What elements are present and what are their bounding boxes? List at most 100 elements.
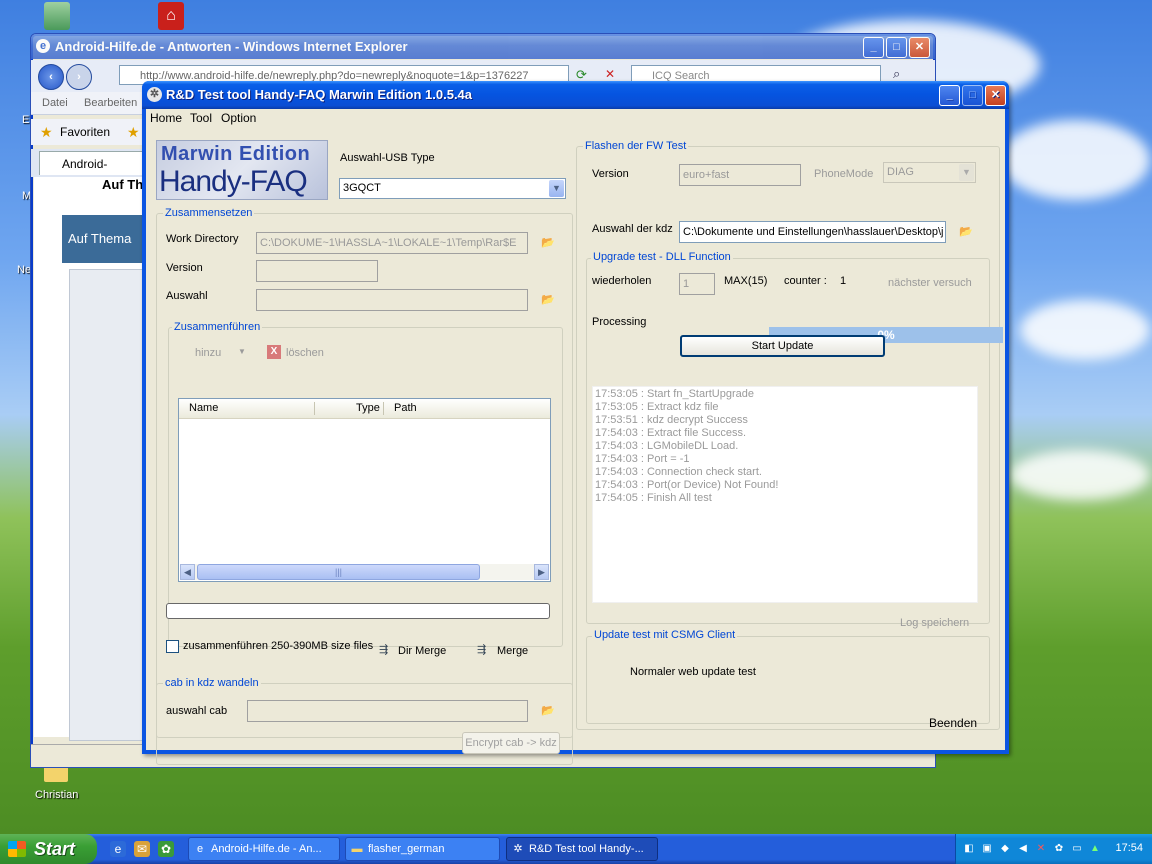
- app-minimize-button[interactable]: _: [939, 85, 960, 106]
- app-close-button[interactable]: ✕: [985, 85, 1006, 106]
- kdz-folder-icon[interactable]: 📂: [958, 225, 974, 239]
- merge-file-list[interactable]: Name Type Path ◀ ||| ▶: [178, 398, 551, 582]
- app-maximize-button[interactable]: □: [962, 85, 983, 106]
- column-separator[interactable]: [383, 402, 384, 415]
- work-directory-folder-icon[interactable]: 📂: [540, 236, 556, 250]
- desktop-icon-recycle[interactable]: [44, 2, 70, 30]
- menu-option[interactable]: Option: [221, 111, 256, 125]
- ie-tab-android-hilfe[interactable]: Android-Hilfe.de: [39, 151, 149, 195]
- tray-nvidia-icon[interactable]: ▲: [1088, 842, 1102, 856]
- ie-page-content: Auf Th Auf Thema: [34, 177, 146, 741]
- back-button[interactable]: ‹: [38, 64, 64, 90]
- flash-version-field[interactable]: euro+fast: [679, 164, 801, 186]
- tray-language-icon[interactable]: ◧: [962, 842, 976, 856]
- menu-home[interactable]: Home: [150, 111, 182, 125]
- scroll-left-icon[interactable]: ◀: [180, 564, 195, 580]
- log-speichern-button[interactable]: Log speichern: [900, 617, 969, 629]
- column-type[interactable]: Type: [356, 402, 380, 414]
- menu-tool[interactable]: Tool: [190, 111, 212, 125]
- ie-close-button[interactable]: ✕: [909, 37, 930, 58]
- merge-icon[interactable]: ⇶: [477, 643, 486, 656]
- task-flasher[interactable]: ▬ flasher_german: [345, 837, 500, 861]
- quicklaunch-mail-icon[interactable]: ✉: [134, 841, 150, 857]
- kdz-label: Auswahl der kdz: [592, 223, 673, 235]
- system-tray: ◧ ▣ ◆ ◀ ✕ ✿ ▭ ▲ 17:54: [955, 834, 1152, 864]
- add-favorite-icon[interactable]: ★: [127, 124, 140, 141]
- folder-icon: ▬: [351, 843, 363, 855]
- merge-size-checkbox[interactable]: [166, 640, 179, 653]
- ie-icon: e: [36, 39, 50, 53]
- kdz-path-field[interactable]: C:\Dokumente und Einstellungen\hasslauer…: [679, 221, 946, 243]
- ie-menu-datei[interactable]: Datei: [42, 97, 68, 109]
- delete-x-icon[interactable]: X: [267, 345, 281, 359]
- column-path[interactable]: Path: [394, 402, 417, 414]
- phonemode-select[interactable]: DIAG ▼: [883, 162, 976, 183]
- hinzu-dropdown-icon[interactable]: ▼: [238, 347, 246, 356]
- windows-flag-icon: [8, 841, 26, 857]
- task-rd-tool[interactable]: ✲ R&D Test tool Handy-...: [506, 837, 658, 861]
- ie-title: Android-Hilfe.de - Antworten - Windows I…: [55, 39, 408, 54]
- chevron-down-icon[interactable]: ▼: [959, 164, 974, 181]
- work-directory-field[interactable]: C:\DOKUME~1\HASSLA~1\LOKALE~1\Temp\Rar$E: [256, 232, 528, 254]
- auswahl-folder-icon[interactable]: 📂: [540, 293, 556, 307]
- app-title-bar[interactable]: ✲ R&D Test tool Handy-FAQ Marwin Edition…: [142, 81, 1009, 109]
- ie-menu-bearbeiten[interactable]: Bearbeiten: [84, 97, 137, 109]
- version-field[interactable]: [256, 260, 378, 282]
- tray-monitor-icon[interactable]: ▭: [1070, 842, 1084, 856]
- stop-icon[interactable]: ✕: [605, 67, 615, 81]
- tray-icq-icon[interactable]: ✿: [1052, 842, 1066, 856]
- quicklaunch-ie-icon[interactable]: e: [110, 841, 126, 857]
- favorites-button[interactable]: Favoriten: [60, 125, 110, 139]
- auswahl-field[interactable]: [256, 289, 528, 311]
- loeschen-button[interactable]: löschen: [286, 347, 324, 359]
- log-line: 17:53:05 : Extract kdz file: [595, 401, 719, 413]
- ie-maximize-button[interactable]: □: [886, 37, 907, 58]
- phonemode-label: PhoneMode: [814, 168, 874, 180]
- task-ie[interactable]: e Android-Hilfe.de - An...: [188, 837, 340, 861]
- wiederholen-field[interactable]: 1: [679, 273, 715, 295]
- beenden-button[interactable]: Beenden: [929, 716, 977, 730]
- counter-label: counter :: [784, 275, 827, 287]
- log-line: 17:53:05 : Start fn_StartUpgrade: [595, 388, 754, 400]
- app-window[interactable]: ✲ R&D Test tool Handy-FAQ Marwin Edition…: [142, 81, 1009, 765]
- gear-icon: ✲: [513, 843, 523, 855]
- task-rd-tool-label: R&D Test tool Handy-...: [529, 843, 644, 855]
- ie-content-panel: [69, 269, 146, 741]
- tray-security-icon[interactable]: ✕: [1034, 842, 1048, 856]
- quicklaunch-icq-icon[interactable]: ✿: [158, 841, 174, 857]
- merge-button[interactable]: Merge: [497, 645, 528, 657]
- cab-folder-icon[interactable]: 📂: [540, 704, 556, 718]
- group-zusammensetzen-legend: Zusammensetzen: [163, 207, 255, 219]
- tray-network-icon[interactable]: ▣: [980, 842, 994, 856]
- merge-list-hscroll[interactable]: ◀ ||| ▶: [180, 564, 549, 580]
- ie-content-heading: Auf Th: [102, 177, 144, 192]
- upgrade-log[interactable]: 17:53:05 : Start fn_StartUpgrade 17:53:0…: [592, 386, 978, 603]
- auswahl-cab-field[interactable]: [247, 700, 528, 722]
- app-title: R&D Test tool Handy-FAQ Marwin Edition 1…: [166, 87, 473, 102]
- usb-type-select[interactable]: 3GQCT ▼: [339, 178, 566, 199]
- chevron-down-icon[interactable]: ▼: [549, 180, 564, 197]
- tray-app-icon[interactable]: ◆: [998, 842, 1012, 856]
- ie-title-bar[interactable]: e Android-Hilfe.de - Antworten - Windows…: [31, 34, 935, 59]
- tray-clock[interactable]: 17:54: [1115, 842, 1143, 854]
- normaler-web-update-label[interactable]: Normaler web update test: [630, 666, 756, 678]
- start-update-button[interactable]: Start Update: [680, 335, 885, 357]
- search-icon[interactable]: ⌕: [893, 66, 900, 82]
- log-line: 17:54:03 : Extract file Success.: [595, 427, 747, 439]
- scroll-thumb[interactable]: |||: [197, 564, 480, 580]
- dir-merge-icon[interactable]: ⇶: [379, 643, 388, 656]
- ie-minimize-button[interactable]: _: [863, 37, 884, 58]
- encrypt-cab-button[interactable]: Encrypt cab -> kdz: [462, 732, 560, 754]
- tray-volume-icon[interactable]: ◀: [1016, 842, 1030, 856]
- marwin-logo: Marwin Edition Handy-FAQ: [156, 140, 328, 200]
- dir-merge-button[interactable]: Dir Merge: [398, 645, 446, 657]
- start-button[interactable]: Start: [0, 834, 97, 864]
- auswahl-label: Auswahl: [166, 290, 208, 302]
- column-name[interactable]: Name: [189, 402, 218, 414]
- hinzu-button[interactable]: hinzu: [195, 347, 221, 359]
- desktop-icon-pdf[interactable]: ⌂: [158, 2, 184, 30]
- scroll-right-icon[interactable]: ▶: [534, 564, 549, 580]
- forward-button[interactable]: ›: [66, 64, 92, 90]
- column-separator[interactable]: [314, 402, 315, 415]
- taskbar: Start e ✉ ✿ e Android-Hilfe.de - An... ▬…: [0, 834, 1152, 864]
